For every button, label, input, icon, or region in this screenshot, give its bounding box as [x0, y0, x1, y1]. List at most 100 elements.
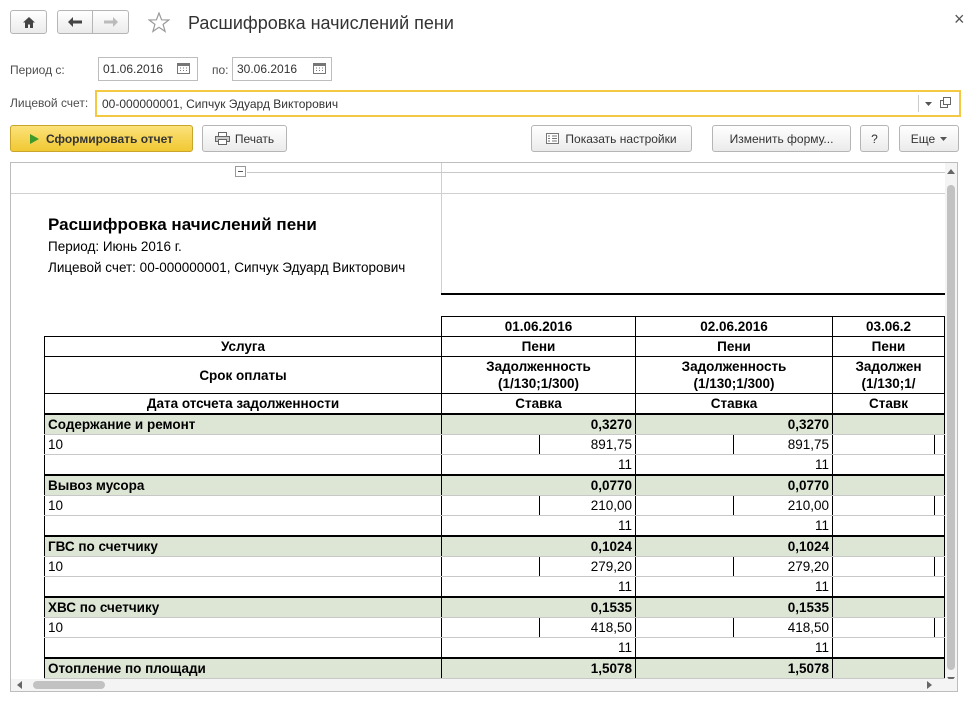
service-name: Вывоз мусора [44, 474, 442, 496]
service-name: Содержание и ремонт [44, 413, 442, 435]
horizontal-scroll-thumb[interactable] [33, 681, 105, 689]
debt-header: Задолжен (1/130;1/ [832, 356, 945, 394]
debt-header-line2: (1/130;1/ [861, 376, 916, 391]
change-form-button[interactable]: Изменить форму... [712, 125, 851, 152]
days-row: 11 11 [44, 576, 945, 598]
vertical-scroll-thumb[interactable] [947, 185, 955, 670]
rate-header: Ставка [441, 393, 636, 415]
empty-cell [441, 495, 540, 516]
rate-header: Ставка [635, 393, 833, 415]
debt-header-line1: Задолжен [855, 359, 922, 374]
scroll-right-icon[interactable] [927, 681, 932, 689]
peni-header: Пени [441, 336, 636, 357]
rate-value [832, 596, 945, 618]
empty-cell [44, 515, 442, 537]
rate-value [832, 413, 945, 435]
service-name: Отопление по площади [44, 657, 442, 679]
header-debt-row: Срок оплаты Задолженность (1/130;1/300) Зад… [44, 356, 945, 394]
days-row: 11 11 [44, 515, 945, 537]
empty-cell [635, 617, 734, 638]
service-name: ГВС по счетчику [44, 535, 442, 557]
service-header: Услуга [44, 336, 442, 357]
report-document[interactable]: Расшифровка начислений пени Период: Июнь… [10, 162, 958, 692]
empty-cell [44, 576, 442, 598]
account-label: Лицевой счет: [10, 96, 89, 110]
print-button[interactable]: Печать [202, 125, 287, 152]
debt-value: 279,20 [733, 556, 833, 577]
debt-value: 891,75 [733, 434, 833, 455]
debt-value: 210,00 [539, 495, 636, 516]
home-icon [22, 16, 36, 29]
calendar-icon[interactable] [313, 62, 326, 74]
empty-cell [635, 556, 734, 577]
close-icon[interactable]: × [954, 9, 965, 30]
header-dates-row: 01.06.2016 02.06.2016 03.06.2 [44, 316, 945, 337]
empty-cell [832, 637, 945, 659]
rate-value: 0,0770 [635, 474, 833, 496]
empty-cell [441, 556, 540, 577]
due-day: 10 [44, 617, 442, 638]
service-name: ХВС по счетчику [44, 596, 442, 618]
empty-cell [832, 556, 935, 577]
empty-cell [832, 576, 945, 598]
days-value: 11 [635, 515, 833, 537]
due-date-header: Срок оплаты [44, 356, 442, 394]
forward-button[interactable] [92, 10, 129, 34]
empty-cell [832, 617, 935, 638]
help-button[interactable]: ? [860, 125, 889, 152]
debt-row: 10 210,00 210,00 [44, 495, 945, 516]
collapse-icon[interactable] [235, 166, 246, 177]
empty-cell [44, 454, 442, 476]
more-button[interactable]: Еще [899, 125, 959, 152]
show-settings-button[interactable]: Показать настройки [531, 125, 692, 152]
printer-icon [214, 132, 230, 145]
empty-cell [44, 637, 442, 659]
generate-report-button[interactable]: Сформировать отчет [10, 125, 193, 152]
header-rate-row: Дата отсчета задолженности Ставка Ставка Ст… [44, 393, 945, 415]
change-form-label: Изменить форму... [729, 131, 834, 146]
play-icon [29, 133, 39, 144]
debt-value: 418,50 [733, 617, 833, 638]
rate-value: 1,5078 [635, 657, 833, 679]
home-button[interactable] [10, 10, 47, 34]
chevron-down-icon[interactable] [918, 95, 937, 112]
days-row: 11 11 [44, 637, 945, 659]
rate-value: 0,1024 [635, 535, 833, 557]
account-input[interactable]: 00-000000001, Сипчук Эдуард Викторович [95, 90, 961, 117]
open-icon[interactable] [940, 97, 951, 108]
empty-cell [832, 454, 945, 476]
date-header: 01.06.2016 [441, 316, 636, 337]
report-table: 01.06.2016 02.06.2016 03.06.2 Услуга Пени Пен… [44, 316, 945, 691]
empty-cell [934, 617, 945, 638]
group-row: ГВС по счетчику 0,1024 0,1024 [44, 535, 945, 557]
group-row: Содержание и ремонт 0,3270 0,3270 [44, 413, 945, 435]
scroll-up-icon[interactable] [947, 169, 955, 174]
calendar-icon[interactable] [177, 62, 190, 74]
outline-divider [441, 163, 442, 293]
horizontal-scrollbar[interactable] [11, 679, 957, 691]
rate-value: 0,0770 [441, 474, 636, 496]
outline-strip [11, 163, 947, 194]
back-button[interactable] [57, 10, 93, 34]
debt-row: 10 418,50 418,50 [44, 617, 945, 638]
page-title: Расшифровка начислений пени [188, 13, 454, 33]
vertical-scrollbar[interactable] [945, 163, 957, 691]
days-value: 11 [635, 454, 833, 476]
rate-value [832, 535, 945, 557]
empty-cell [441, 434, 540, 455]
due-day: 10 [44, 434, 442, 455]
days-value: 11 [635, 637, 833, 659]
star-icon[interactable] [148, 12, 170, 33]
scroll-left-icon[interactable] [17, 681, 22, 689]
show-settings-label: Показать настройки [565, 131, 677, 146]
settings-list-icon [546, 133, 560, 144]
days-row: 11 11 [44, 454, 945, 476]
debt-row: 10 279,20 279,20 [44, 556, 945, 577]
due-day: 10 [44, 495, 442, 516]
header-empty-cell [44, 316, 442, 337]
report-period: Период: Июнь 2016 г. [48, 239, 182, 254]
debt-date-header: Дата отсчета задолженности [44, 393, 442, 415]
report-account: Лицевой счет: 00-000000001, Сипчук Эдуар… [48, 260, 406, 275]
rate-value: 1,5078 [441, 657, 636, 679]
empty-cell [934, 495, 945, 516]
